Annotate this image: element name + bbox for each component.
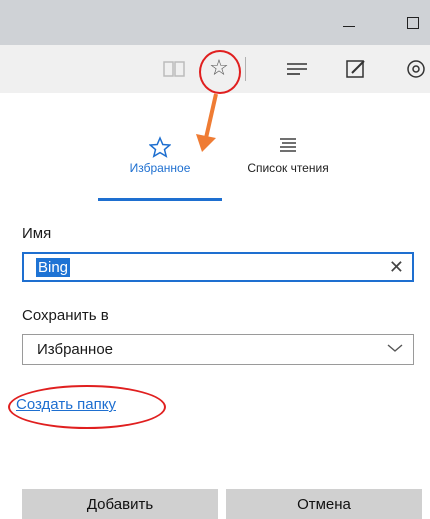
active-tab-indicator — [98, 198, 222, 201]
reading-list-icon — [226, 136, 350, 161]
tab-reading-list[interactable]: Список чтения — [226, 130, 350, 200]
close-icon[interactable]: ✕ — [389, 257, 404, 278]
chevron-down-icon — [387, 344, 403, 352]
create-folder-link[interactable]: Создать папку — [16, 396, 116, 413]
tab-label: Список чтения — [247, 161, 329, 175]
web-note-icon[interactable] — [342, 55, 370, 83]
maximize-icon[interactable] — [398, 8, 428, 38]
add-button[interactable]: Добавить — [22, 489, 218, 519]
tab-favorites[interactable]: Избранное — [98, 130, 222, 200]
hub-icon[interactable] — [283, 55, 311, 83]
star-icon — [98, 136, 222, 163]
title-bar — [0, 0, 430, 45]
cancel-button[interactable]: Отмена — [226, 489, 422, 519]
tab-label: Избранное — [129, 161, 191, 175]
save-in-label: Сохранить в — [22, 307, 109, 324]
hub-tabs: Избранное Список чтения — [0, 130, 430, 200]
minimize-icon[interactable] — [334, 8, 364, 38]
share-icon[interactable] — [402, 55, 430, 83]
name-value[interactable]: Bing — [36, 258, 71, 277]
name-field[interactable]: Bing ✕ — [22, 252, 414, 282]
toolbar-divider — [245, 57, 246, 81]
annotation-circle-star — [199, 50, 241, 94]
folder-value: Избранное — [37, 341, 114, 358]
name-label: Имя — [22, 225, 52, 242]
reading-view-icon[interactable] — [160, 55, 188, 83]
folder-dropdown[interactable]: Избранное — [22, 334, 414, 365]
